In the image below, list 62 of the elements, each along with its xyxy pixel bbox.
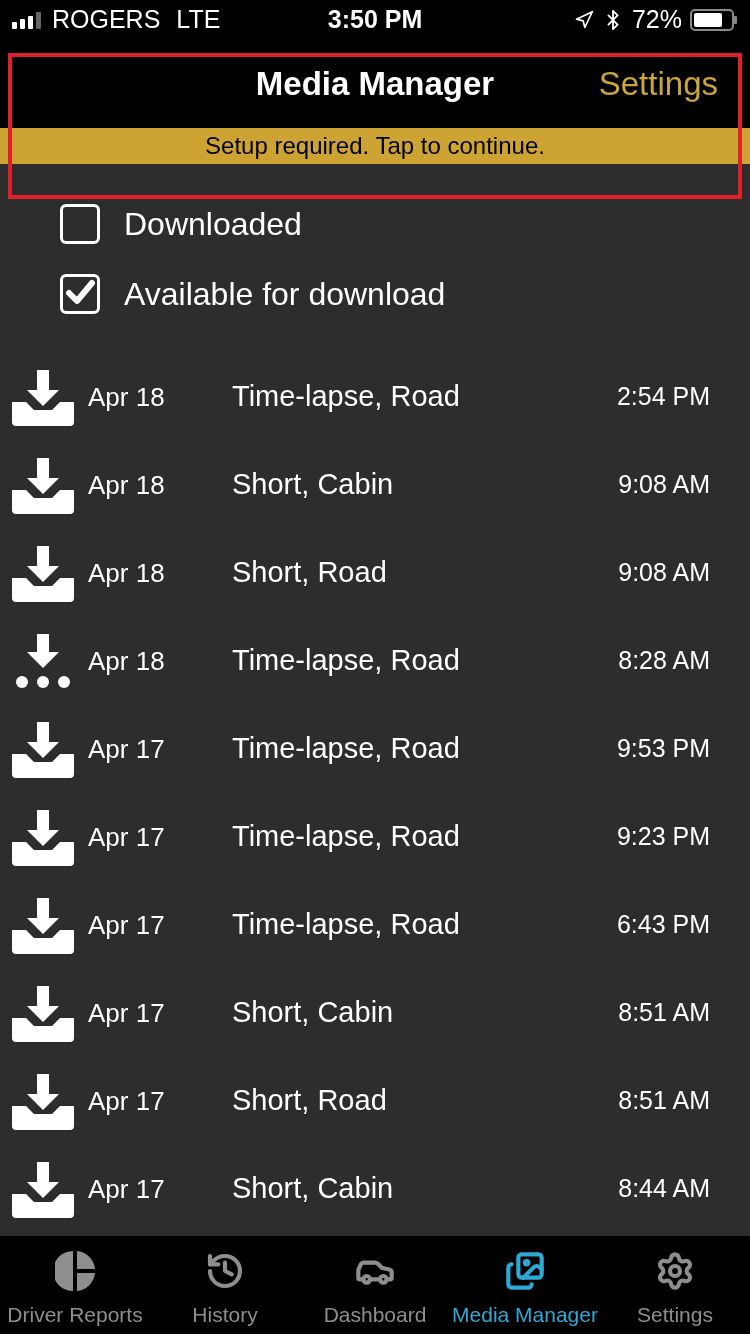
checkbox[interactable] [60, 204, 100, 244]
download-icon[interactable] [12, 1072, 74, 1130]
media-type: Time-lapse, Road [232, 379, 461, 415]
media-date: Apr 17 [88, 820, 166, 854]
battery-icon [690, 9, 738, 31]
settings-link[interactable]: Settings [598, 59, 718, 109]
download-icon[interactable] [12, 1160, 74, 1218]
carrier-name: ROGERS [52, 4, 161, 36]
media-date: Apr 17 [88, 1084, 166, 1118]
tab-item[interactable]: Settings [600, 1236, 750, 1334]
media-date: Apr 18 [88, 468, 166, 502]
network-type: LTE [176, 4, 221, 36]
media-type: Short, Cabin [232, 995, 395, 1031]
download-icon[interactable] [12, 456, 74, 514]
media-type: Time-lapse, Road [232, 731, 461, 767]
media-time: 8:51 AM [618, 1085, 710, 1117]
tab-item[interactable]: Dashboard [300, 1236, 450, 1334]
download-icon[interactable] [12, 896, 74, 954]
media-date: Apr 18 [88, 380, 166, 414]
media-type: Time-lapse, Road [232, 819, 461, 855]
media-time: 2:54 PM [616, 381, 710, 413]
media-date: Apr 18 [88, 644, 166, 678]
media-time: 8:51 AM [618, 997, 710, 1029]
media-time: 9:08 AM [618, 469, 710, 501]
media-time: 9:08 AM [618, 557, 710, 589]
status-time: 3:50 PM [327, 4, 423, 36]
media-date: Apr 17 [88, 732, 166, 766]
tab-item[interactable]: Driver Reports [0, 1236, 150, 1334]
download-icon[interactable] [12, 808, 74, 866]
download-icon[interactable] [12, 544, 74, 602]
download-icon[interactable] [12, 720, 74, 778]
download-icon[interactable] [12, 368, 74, 426]
media-type: Short, Road [232, 1083, 388, 1119]
photos-icon [505, 1250, 545, 1291]
signal-icon [12, 11, 44, 29]
media-time: 8:44 AM [618, 1173, 710, 1205]
media-time: 9:23 PM [616, 821, 710, 853]
filter-label: Downloaded [124, 205, 302, 244]
media-type: Short, Road [232, 555, 388, 591]
setup-banner[interactable]: Setup required. Tap to continue. [0, 128, 750, 164]
media-time: 8:28 AM [618, 645, 710, 677]
media-date: Apr 17 [88, 908, 166, 942]
media-time: 9:53 PM [616, 733, 710, 765]
media-date: Apr 18 [88, 556, 166, 590]
media-type: Time-lapse, Road [232, 643, 461, 679]
tab-item[interactable]: Media Manager [450, 1236, 600, 1334]
media-type: Short, Cabin [232, 1171, 395, 1207]
settings-icon [655, 1250, 695, 1291]
media-time: 6:43 PM [616, 909, 710, 941]
media-date: Apr 17 [88, 1172, 166, 1206]
download-icon[interactable] [12, 984, 74, 1042]
media-date: Apr 17 [88, 996, 166, 1030]
battery-percent: 72% [631, 4, 682, 36]
screen-title: Media Manager [255, 64, 495, 105]
checkbox[interactable] [60, 274, 100, 314]
location-icon [573, 10, 594, 30]
tab-item[interactable]: History [150, 1236, 300, 1334]
media-type: Time-lapse, Road [232, 907, 461, 943]
checkmark-icon [65, 279, 95, 307]
pie-chart-icon [55, 1250, 95, 1291]
filter-label: Available for download [124, 275, 446, 314]
media-type: Short, Cabin [232, 467, 395, 503]
